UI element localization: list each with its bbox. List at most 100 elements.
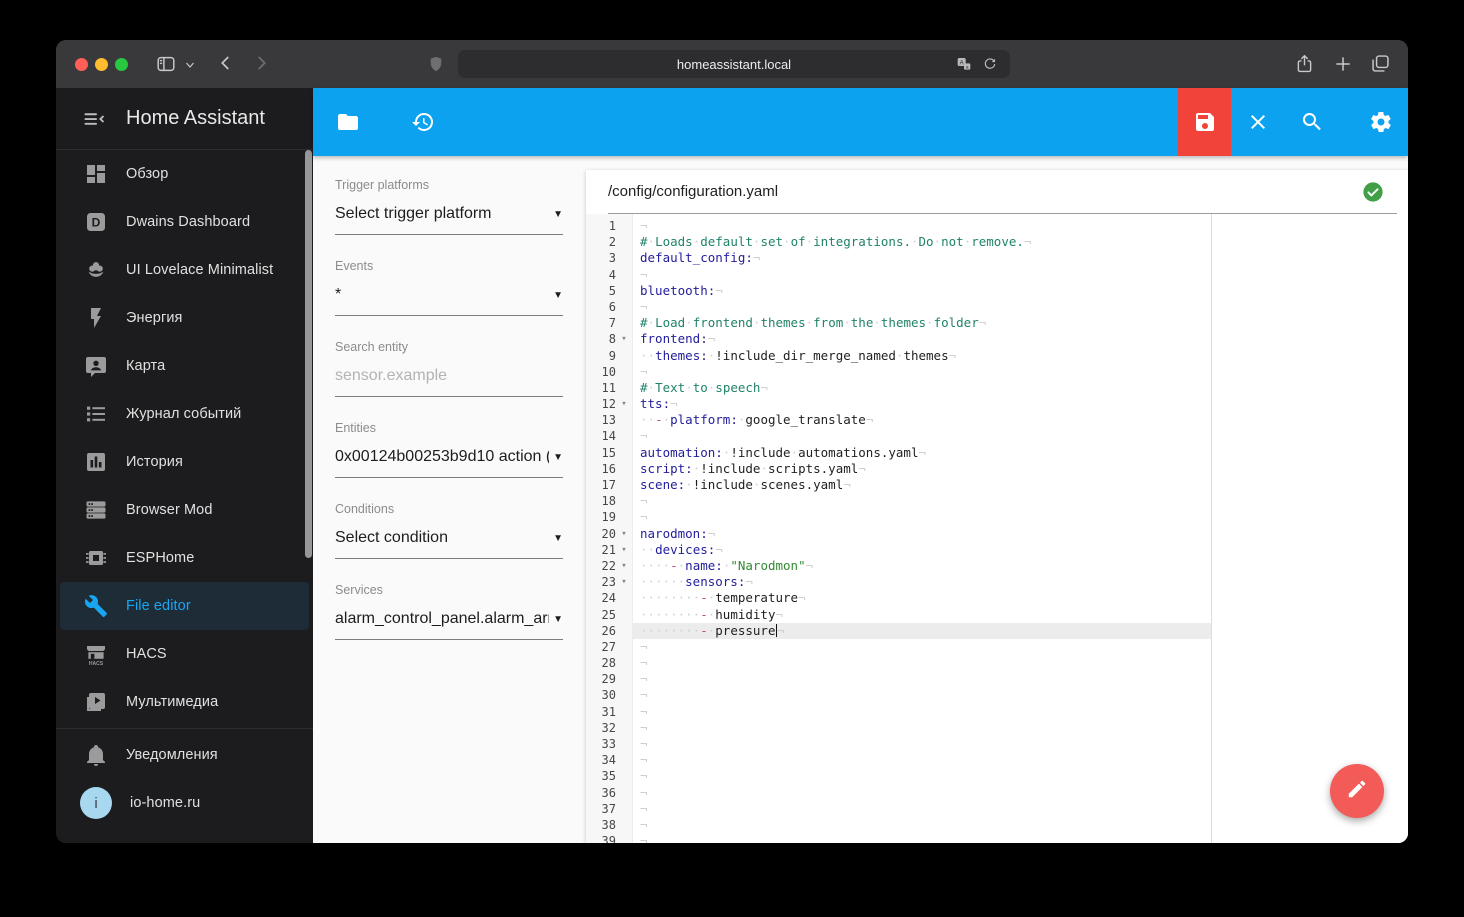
reload-icon[interactable] <box>982 56 998 72</box>
code-line: 9 ··themes:·!include_dir_merge_named·them… <box>586 348 1408 364</box>
code-text[interactable]: ······sensors:¬ <box>632 574 1211 590</box>
code-text[interactable]: ¬ <box>632 768 1211 784</box>
trigger-platforms-select[interactable]: Select trigger platform ▼ <box>335 203 563 225</box>
sidebar-item-io-home-ru[interactable]: i io-home.ru <box>56 779 313 827</box>
sidebar-item-file-editor[interactable]: File editor <box>60 582 309 630</box>
services-select[interactable]: alarm_control_panel.alarm_arm… ▼ <box>335 608 563 630</box>
code-text[interactable]: ··themes:·!include_dir_merge_named·theme… <box>632 348 1211 364</box>
code-text[interactable]: ········-·pressure ¬ <box>632 622 1211 639</box>
new-tab-icon[interactable] <box>1333 54 1353 74</box>
code-text[interactable]: scene:·!include·scenes.yaml¬ <box>632 477 1211 493</box>
sidebar-item-multimedia[interactable]: Мультимедиа <box>56 678 313 726</box>
close-file-icon[interactable] <box>1246 110 1270 134</box>
main-content: Trigger platforms Select trigger platform… <box>313 88 1408 843</box>
code-text[interactable]: ¬ <box>632 687 1211 703</box>
fold-arrow-icon[interactable]: ▾ <box>616 574 632 590</box>
code-text[interactable]: ¬ <box>632 428 1211 444</box>
code-text[interactable]: #·Loads·default·set·of·integrations.·Do·… <box>632 234 1211 250</box>
code-text[interactable]: ¬ <box>632 655 1211 671</box>
sidebar-item-istoriya[interactable]: История <box>56 438 313 486</box>
code-text[interactable]: ··devices:¬ <box>632 542 1211 558</box>
code-text[interactable]: ¬ <box>632 736 1211 752</box>
code-text[interactable]: ¬ <box>632 299 1211 315</box>
fold-arrow-icon[interactable]: ▾ <box>616 396 632 412</box>
code-text[interactable]: ¬ <box>632 364 1211 380</box>
code-text[interactable]: ¬ <box>632 671 1211 687</box>
fold-arrow-icon[interactable]: ▾ <box>616 558 632 574</box>
events-select[interactable]: * ▼ <box>335 284 563 306</box>
code-text[interactable]: ¬ <box>632 493 1211 509</box>
share-icon[interactable] <box>1294 53 1315 75</box>
entities-select[interactable]: 0x00124b00253b9d10 action (… ▼ <box>335 446 563 468</box>
sidebar-item-uvedomleniya[interactable]: Уведомления <box>56 731 313 779</box>
chevron-down-icon[interactable] <box>184 59 196 71</box>
code-text[interactable]: #·Load·frontend·themes·from·the·themes·f… <box>632 315 1211 331</box>
translate-icon[interactable]: Aa <box>956 56 972 72</box>
close-window-button[interactable] <box>75 57 88 71</box>
zoom-window-button[interactable] <box>115 57 128 71</box>
settings-gear-icon[interactable] <box>1369 110 1393 134</box>
sidebar-item-obzor[interactable]: Обзор <box>56 150 313 198</box>
sidebar-item-dwains-dashboard[interactable]: D Dwains Dashboard <box>56 198 313 246</box>
code-text[interactable]: ¬ <box>632 801 1211 817</box>
sidebar-item-energiya[interactable]: Энергия <box>56 294 313 342</box>
address-bar[interactable]: homeassistant.local Aa <box>458 50 1010 78</box>
search-icon[interactable] <box>1300 110 1324 134</box>
fold-arrow-icon[interactable]: ▾ <box>616 526 632 542</box>
code-text[interactable]: ¬ <box>632 752 1211 768</box>
code-text[interactable]: ··-·platform:·google_translate¬ <box>632 412 1211 428</box>
code-text[interactable]: automation:·!include·automations.yaml¬ <box>632 445 1211 461</box>
code-text[interactable]: narodmon:¬ <box>632 526 1211 542</box>
code-text[interactable]: tts:¬ <box>632 396 1211 412</box>
code-text[interactable]: bluetooth:¬ <box>632 283 1211 299</box>
back-button[interactable] <box>217 54 235 72</box>
code-text[interactable]: ¬ <box>632 704 1211 720</box>
conditions-select[interactable]: Select condition ▼ <box>335 527 563 549</box>
code-text[interactable]: script:·!include·scripts.yaml¬ <box>632 461 1211 477</box>
fold-arrow-icon[interactable]: ▾ <box>616 331 632 347</box>
browse-files-icon[interactable] <box>336 110 360 134</box>
code-text[interactable]: ¬ <box>632 267 1211 283</box>
code-text[interactable]: ········-·humidity¬ <box>632 607 1211 623</box>
code-text[interactable]: ········-·temperature¬ <box>632 590 1211 606</box>
minimize-window-button[interactable] <box>95 57 108 71</box>
code-text[interactable]: ¬ <box>632 509 1211 525</box>
code-text[interactable]: ¬ <box>632 639 1211 655</box>
tab-overview-icon[interactable] <box>1370 53 1391 74</box>
history-icon[interactable] <box>411 110 435 134</box>
code-text[interactable]: ¬ <box>632 833 1211 843</box>
fold-arrow-icon[interactable]: ▾ <box>616 542 632 558</box>
field-label: Conditions <box>335 502 395 516</box>
sidebar-item-hacs[interactable]: HACS HACS <box>56 630 313 678</box>
save-button[interactable] <box>1178 88 1231 156</box>
avatar: i <box>80 787 112 819</box>
sidebar-item-label: Энергия <box>126 310 183 326</box>
code-line: 16 script:·!include·scripts.yaml¬ <box>586 461 1408 477</box>
search-entity-input[interactable]: sensor.example <box>335 365 563 387</box>
forward-button[interactable] <box>252 54 270 72</box>
field-label: Trigger platforms <box>335 178 430 192</box>
code-text[interactable]: ¬ <box>632 785 1211 801</box>
line-number: 16 <box>586 461 632 477</box>
sidebar-item-esphome[interactable]: ESPHome <box>56 534 313 582</box>
edit-fab-button[interactable] <box>1330 764 1384 818</box>
line-number: 21 ▾ <box>586 542 632 558</box>
menu-toggle-icon[interactable] <box>82 107 106 131</box>
code-text[interactable]: ····-·name:·"Narodmon"¬ <box>632 558 1211 574</box>
code-text[interactable]: #·Text·to·speech¬ <box>632 380 1211 396</box>
code-text[interactable]: frontend:¬ <box>632 331 1211 347</box>
flower-icon <box>84 258 108 282</box>
code-text[interactable]: ¬ <box>632 218 1211 234</box>
code-text[interactable]: default_config:¬ <box>632 250 1211 266</box>
sidebar-item-karta[interactable]: Карта <box>56 342 313 390</box>
code-text[interactable]: ¬ <box>632 720 1211 736</box>
sidebar-item-zhurnal-sobytij[interactable]: Журнал событий <box>56 390 313 438</box>
sidebar-item-ui-lovelace-minimalist[interactable]: UI Lovelace Minimalist <box>56 246 313 294</box>
sidebar-toggle-icon[interactable] <box>155 53 177 75</box>
code-text[interactable]: ¬ <box>632 817 1211 833</box>
sidebar-item-browser-mod[interactable]: Browser Mod <box>56 486 313 534</box>
sidebar-scrollbar[interactable] <box>305 150 312 558</box>
code-editor[interactable]: 1 ¬ 2 #·Loads·default·set·of·integrations.·… <box>586 214 1408 843</box>
